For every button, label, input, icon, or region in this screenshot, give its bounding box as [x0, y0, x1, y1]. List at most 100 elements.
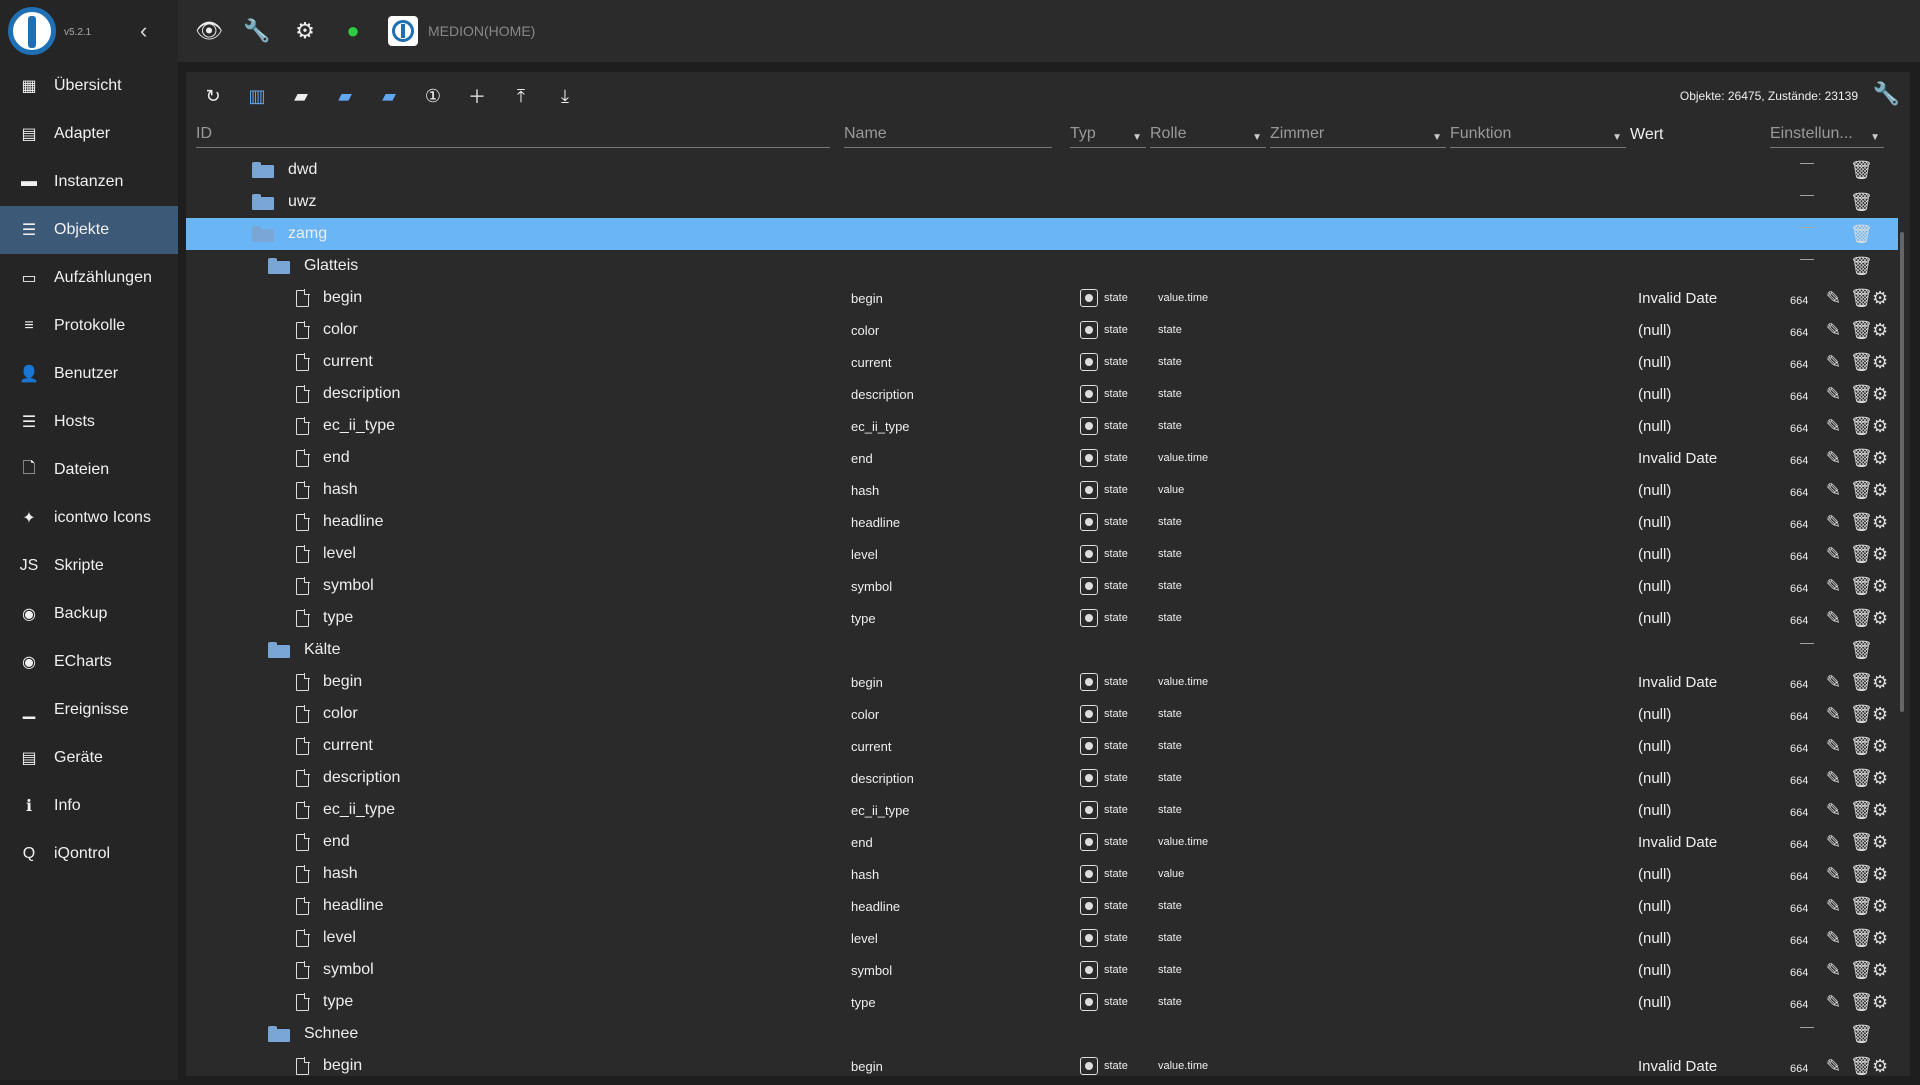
delete-icon[interactable]: 🗑 — [1850, 922, 1873, 954]
delete-icon[interactable]: 🗑 — [1850, 314, 1873, 346]
delete-icon[interactable]: 🗑 — [1850, 730, 1873, 762]
delete-icon[interactable]: 🗑 — [1850, 1050, 1873, 1082]
gear-icon[interactable]: ⚙ — [1872, 474, 1888, 506]
tree-state-row[interactable]: begin begin state value.time Invalid Date 664… — [186, 666, 1898, 698]
delete-icon[interactable]: 🗑 — [1850, 570, 1873, 602]
value-cell[interactable]: Invalid Date — [1638, 826, 1717, 858]
delete-icon[interactable]: 🗑 — [1850, 378, 1873, 410]
delete-icon[interactable]: 🗑 — [1850, 410, 1873, 442]
wrench-icon[interactable]: 🔧 — [1873, 81, 1900, 107]
delete-icon[interactable]: 🗑 — [1850, 346, 1873, 378]
sidebar-item-instanzen[interactable]: ▬ Instanzen — [0, 158, 178, 206]
tree-state-row[interactable]: description description state state (null) 66… — [186, 762, 1898, 794]
tree-folder-row[interactable]: Glatteis — 🗑 — [186, 250, 1898, 282]
gear-icon[interactable]: ⚙ — [1872, 538, 1888, 570]
sidebar-item-echarts[interactable]: ◉ ECharts — [0, 638, 178, 686]
download-icon[interactable]: ⤓ — [548, 79, 582, 113]
delete-icon[interactable]: 🗑 — [1850, 506, 1873, 538]
folder-open-icon[interactable]: ▰ — [328, 79, 362, 113]
gear-icon[interactable]: ⚙ — [1872, 858, 1888, 890]
edit-icon[interactable]: ✎ — [1826, 794, 1841, 826]
value-cell[interactable]: (null) — [1638, 538, 1671, 570]
sidebar-item-info[interactable]: ℹ Info — [0, 782, 178, 830]
columns-icon[interactable]: ▥ — [240, 79, 274, 113]
edit-icon[interactable]: ✎ — [1826, 890, 1841, 922]
edit-icon[interactable]: ✎ — [1826, 986, 1841, 1018]
value-cell[interactable]: (null) — [1638, 698, 1671, 730]
sidebar-item-ereignisse[interactable]: ▁ Ereignisse — [0, 686, 178, 734]
gear-icon[interactable]: ⚙ — [1872, 698, 1888, 730]
tree-state-row[interactable]: type type state state (null) 664 ✎ 🗑 ⚙ — [186, 986, 1898, 1018]
tree-folder-row[interactable]: dwd — 🗑 — [186, 154, 1898, 186]
edit-icon[interactable]: ✎ — [1826, 954, 1841, 986]
value-cell[interactable]: (null) — [1638, 346, 1671, 378]
chevron-left-icon[interactable]: ‹ — [140, 18, 147, 44]
tree-state-row[interactable]: symbol symbol state state (null) 664 ✎ 🗑 ⚙ — [186, 954, 1898, 986]
header-id[interactable]: ID — [196, 120, 830, 148]
tree-state-row[interactable]: end end state value.time Invalid Date 664 ✎ 🗑 ⚙ — [186, 826, 1898, 858]
edit-icon[interactable]: ✎ — [1826, 538, 1841, 570]
filter-rolle-select[interactable]: Rolle ▼ — [1150, 120, 1266, 148]
delete-icon[interactable]: 🗑 — [1850, 826, 1873, 858]
edit-icon[interactable]: ✎ — [1826, 282, 1841, 314]
delete-icon[interactable]: 🗑 — [1850, 250, 1873, 282]
delete-icon[interactable]: 🗑 — [1850, 474, 1873, 506]
edit-icon[interactable]: ✎ — [1826, 570, 1841, 602]
folder-expand-icon[interactable]: ▰ — [372, 79, 406, 113]
sidebar-item-objekte[interactable]: ☰ Objekte — [0, 206, 178, 254]
delete-icon[interactable]: 🗑 — [1850, 538, 1873, 570]
folder-closed-icon[interactable]: ▰ — [284, 79, 318, 113]
gear-icon[interactable]: ⚙ — [1872, 954, 1888, 986]
eye-icon[interactable]: 👁 — [192, 14, 226, 48]
edit-icon[interactable]: ✎ — [1826, 762, 1841, 794]
expert-mode-icon[interactable]: ● — [336, 14, 370, 48]
sidebar-item-skripte[interactable]: JS Skripte — [0, 542, 178, 590]
delete-icon[interactable]: 🗑 — [1850, 666, 1873, 698]
tree-state-row[interactable]: level level state state (null) 664 ✎ 🗑 ⚙ — [186, 922, 1898, 954]
value-cell[interactable]: (null) — [1638, 986, 1671, 1018]
gear-icon[interactable]: ⚙ — [1872, 378, 1888, 410]
edit-icon[interactable]: ✎ — [1826, 826, 1841, 858]
value-cell[interactable]: (null) — [1638, 762, 1671, 794]
gear-icon[interactable]: ⚙ — [1872, 506, 1888, 538]
delete-icon[interactable]: 🗑 — [1850, 1018, 1873, 1050]
tree-state-row[interactable]: current current state state (null) 664 ✎ 🗑 ⚙ — [186, 346, 1898, 378]
wrench-icon[interactable]: 🔧 — [240, 14, 274, 48]
filter-typ-select[interactable]: Typ ▼ — [1070, 120, 1146, 148]
edit-icon[interactable]: ✎ — [1826, 922, 1841, 954]
tree-folder-row[interactable]: Schnee — 🗑 — [186, 1018, 1898, 1050]
value-cell[interactable]: (null) — [1638, 570, 1671, 602]
tree-state-row[interactable]: ec_ii_type ec_ii_type state state (null) 664 ✎… — [186, 794, 1898, 826]
gear-icon[interactable]: ⚙ — [1872, 666, 1888, 698]
tree-state-row[interactable]: symbol symbol state state (null) 664 ✎ 🗑 ⚙ — [186, 570, 1898, 602]
filter-settings-select[interactable]: Einstellun... ▼ — [1770, 120, 1884, 148]
sidebar-item-dateien[interactable]: 🗋 Dateien — [0, 446, 178, 494]
sidebar-item-backup[interactable]: ◉ Backup — [0, 590, 178, 638]
edit-icon[interactable]: ✎ — [1826, 1050, 1841, 1082]
delete-icon[interactable]: 🗑 — [1850, 986, 1873, 1018]
iobroker-logo[interactable] — [8, 7, 56, 55]
value-cell[interactable]: (null) — [1638, 378, 1671, 410]
gear-icon[interactable]: ⚙ — [1872, 762, 1888, 794]
delete-icon[interactable]: 🗑 — [1850, 602, 1873, 634]
tree-folder-row[interactable]: Kälte — 🗑 — [186, 634, 1898, 666]
gear-icon[interactable]: ⚙ — [1872, 730, 1888, 762]
gear-icon[interactable]: ⚙ — [1872, 346, 1888, 378]
value-cell[interactable]: (null) — [1638, 922, 1671, 954]
delete-icon[interactable]: 🗑 — [1850, 186, 1873, 218]
sidebar-item-hosts[interactable]: ☰ Hosts — [0, 398, 178, 446]
gear-icon[interactable]: ⚙ — [1872, 282, 1888, 314]
delete-icon[interactable]: 🗑 — [1850, 954, 1873, 986]
gear-icon[interactable]: ⚙ — [1872, 986, 1888, 1018]
edit-icon[interactable]: ✎ — [1826, 314, 1841, 346]
gear-icon[interactable]: ⚙ — [1872, 602, 1888, 634]
value-cell[interactable]: Invalid Date — [1638, 1050, 1717, 1082]
tree-state-row[interactable]: description description state state (null) 66… — [186, 378, 1898, 410]
edit-icon[interactable]: ✎ — [1826, 666, 1841, 698]
value-cell[interactable]: (null) — [1638, 890, 1671, 922]
delete-icon[interactable]: 🗑 — [1850, 218, 1873, 250]
tree-folder-row[interactable]: zamg — 🗑 — [186, 218, 1898, 250]
edit-icon[interactable]: ✎ — [1826, 858, 1841, 890]
tree-state-row[interactable]: hash hash state value (null) 664 ✎ 🗑 ⚙ — [186, 474, 1898, 506]
sidebar-item-aufzählungen[interactable]: ▭ Aufzählungen — [0, 254, 178, 302]
